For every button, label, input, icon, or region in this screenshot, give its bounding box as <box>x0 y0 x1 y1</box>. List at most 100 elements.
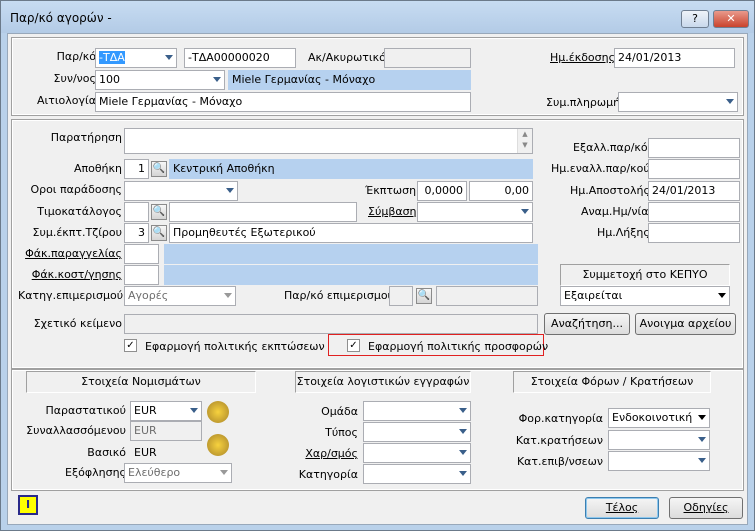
akyro-field[interactable] <box>384 48 471 68</box>
fak-parag-code-field[interactable] <box>124 244 159 264</box>
coins-icon[interactable] <box>207 401 229 423</box>
chevron-down-icon <box>459 408 467 413</box>
chevron-down-icon <box>698 415 706 420</box>
akyro-label: Ακ/Ακυρωτικό <box>308 51 386 64</box>
close-button[interactable]: ✕ <box>713 10 749 28</box>
chevron-down-icon <box>213 77 221 82</box>
parko-series-select[interactable]: -ΤΔΑ <box>95 48 177 68</box>
chevron-down-icon <box>698 458 706 463</box>
sxetiko-label: Σχετικό κείμενο <box>33 317 122 330</box>
window-title: Παρ/κό αγορών - <box>10 11 112 25</box>
katig-select[interactable]: Αγορές <box>124 286 236 306</box>
omada-select[interactable] <box>363 401 471 421</box>
parast-label: Παραστατικού <box>45 404 126 417</box>
timokatalogos-name-field[interactable] <box>169 202 357 222</box>
sym-pliromis-select[interactable] <box>618 92 738 112</box>
chevron-down-icon <box>726 99 734 104</box>
hm-eksall-field[interactable] <box>648 159 740 179</box>
fak-kost-name-field[interactable] <box>164 265 538 285</box>
dialog-window: Παρ/κό αγορών - ? ✕ Παρ/κό -ΤΔΑ -ΤΔΑ0000… <box>0 0 755 531</box>
info-icon[interactable]: I <box>18 495 38 515</box>
kenypo-header: Συμμετοχή στο ΚΕΠΥΟ <box>560 264 730 286</box>
chevron-down-icon <box>224 293 232 298</box>
help-title-button[interactable]: ? <box>681 10 709 28</box>
typos-label: Τύπος <box>325 426 358 439</box>
parko-label: Παρ/κό <box>56 50 96 63</box>
parko-epim-name-field[interactable] <box>436 286 538 306</box>
eksof-select[interactable]: Ελεύθερο <box>124 463 232 483</box>
hm-ekdosis-field[interactable]: 24/01/2013 <box>614 48 735 68</box>
chevron-down-icon <box>459 429 467 434</box>
katigoria-select[interactable] <box>363 464 471 484</box>
epiv-label: Κατ.επιβ/νσεων <box>516 455 603 468</box>
hm-apostolis-field[interactable]: 24/01/2013 <box>648 181 740 201</box>
open-file-button[interactable]: Ανοιγμα αρχείου <box>635 313 736 335</box>
fak-parag-name-field[interactable] <box>164 244 538 264</box>
taxes-header: Στοιχεία Φόρων / Κρατήσεων <box>513 371 711 393</box>
chk-prosforon[interactable]: ✓ <box>347 339 360 352</box>
sym-ekpt-name-field[interactable]: Προμηθευτές Εξωτερικού <box>169 223 533 243</box>
for-select[interactable]: Ενδοκοινοτική <box>608 408 710 428</box>
ekptosi-value-field[interactable]: 0,00 <box>469 181 533 201</box>
synal-code-select[interactable]: 100 <box>95 70 225 90</box>
coins-icon[interactable] <box>207 434 229 456</box>
sxetiko-field[interactable] <box>124 314 538 334</box>
sym-ekpt-label: Συμ.έκπτ.Τζίρου <box>32 226 122 239</box>
lookup-icon[interactable]: 🔍 <box>151 225 167 241</box>
vasiko-label: Βασικό <box>87 446 126 459</box>
eksall-field[interactable] <box>648 138 740 158</box>
kenypo-select[interactable]: Εξαιρείται <box>560 286 730 306</box>
synal-label: Συν/νος <box>53 72 97 85</box>
help-button[interactable]: Οδηγίες <box>669 497 743 519</box>
apothiki-name-field[interactable]: Κεντρική Αποθήκη <box>169 159 533 179</box>
chevron-down-icon <box>165 55 173 60</box>
ok-button[interactable]: Τέλος <box>585 497 659 519</box>
eksall-label: Εξαλλ.παρ/κό <box>573 141 648 154</box>
anam-field[interactable] <box>648 202 740 222</box>
apothiki-code-field[interactable]: 1 <box>124 159 149 179</box>
chevron-down-icon <box>521 209 529 214</box>
chk-ekptoseon-label: Εφαρμογή πολιτικής εκπτώσεων <box>145 340 325 353</box>
paratirisi-label: Παρατήρηση <box>50 131 122 144</box>
paratirisi-field[interactable]: ▲ ▼ <box>124 128 533 154</box>
symvasi-select[interactable] <box>417 202 533 222</box>
hm-ekdosis-label: Ημ.έκδοσης <box>550 51 616 64</box>
scroll-arrows-icon[interactable]: ▲ ▼ <box>517 129 532 153</box>
katig-label: Κατηγ.επιμερισμού <box>18 289 124 302</box>
ekptosi-pct-field[interactable]: 0,0000 <box>417 181 467 201</box>
timokatalogos-code-field[interactable] <box>124 202 149 222</box>
synal-currency-label: Συναλλασσόμενου <box>26 424 126 437</box>
epiv-select[interactable] <box>608 451 710 471</box>
timokatalogos-label: Τιμοκατάλογος <box>37 205 122 218</box>
fak-kost-code-field[interactable] <box>124 265 159 285</box>
krat-select[interactable] <box>608 430 710 450</box>
for-label: Φορ.κατηγορία <box>518 412 603 425</box>
fak-kost-label: Φάκ.κοστ/γησης <box>31 268 122 281</box>
oroi-label: Οροι παράδοσης <box>30 183 122 196</box>
parko-epim-field[interactable] <box>389 286 413 306</box>
lookup-icon[interactable]: 🔍 <box>151 161 167 177</box>
chevron-down-icon <box>718 293 726 298</box>
sym-ekpt-code-field[interactable]: 3 <box>124 223 149 243</box>
dialog-body: Παρ/κό -ΤΔΑ -ΤΔΑ00000020 Ακ/Ακυρωτικό Ημ… <box>7 33 748 525</box>
accounting-header: Στοιχεία λογιστικών εγγραφών <box>295 371 471 393</box>
parko-number-field[interactable]: -ΤΔΑ00000020 <box>184 48 296 68</box>
search-button[interactable]: Αναζήτηση... <box>544 313 630 335</box>
lookup-icon[interactable]: 🔍 <box>416 288 432 304</box>
synal-currency-field[interactable]: EUR <box>130 421 202 441</box>
xarsmos-select[interactable] <box>363 443 471 463</box>
sym-pliromis-label: Συμ.πληρωμής <box>546 96 627 109</box>
parast-currency-select[interactable]: EUR <box>130 401 202 421</box>
typos-select[interactable] <box>363 422 471 442</box>
anam-label: Αναμ.Ημ/νία <box>581 205 649 218</box>
krat-label: Κατ.κρατήσεων <box>515 434 603 447</box>
title-bar: Παρ/κό αγορών - ? ✕ <box>1 1 754 33</box>
aitiologia-field[interactable]: Miele Γερμανίας - Μόναχο <box>95 92 471 112</box>
hm-lixis-field[interactable] <box>648 223 740 243</box>
chk-ekptoseon[interactable]: ✓ <box>124 339 137 352</box>
oroi-select[interactable] <box>124 181 238 201</box>
lookup-icon[interactable]: 🔍 <box>151 204 167 220</box>
chevron-down-icon <box>190 408 198 413</box>
synal-name-field[interactable]: Miele Γερμανίας - Μόναχο <box>228 70 471 90</box>
hm-apostolis-label: Ημ.Αποστολής <box>570 184 650 197</box>
